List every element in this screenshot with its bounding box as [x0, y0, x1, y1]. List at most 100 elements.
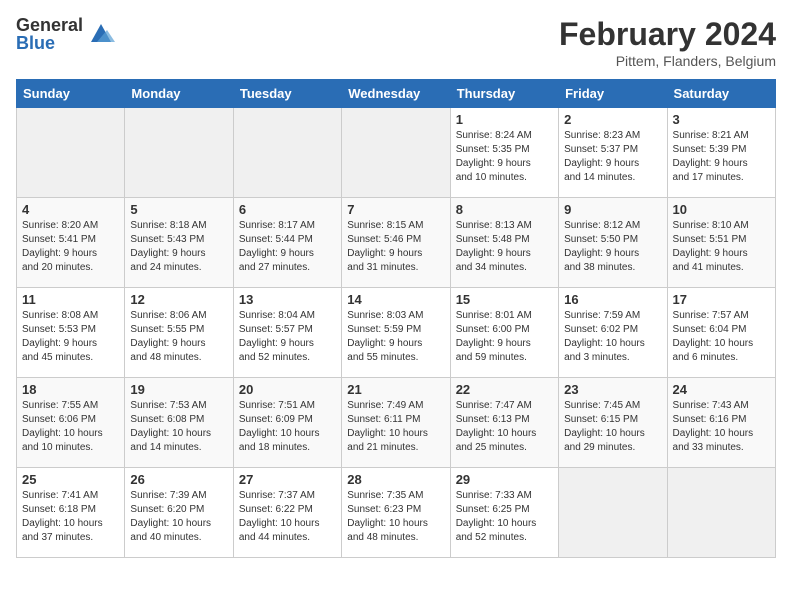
page-header: General Blue February 2024 Pittem, Fland… — [16, 16, 776, 69]
calendar-cell: 24 Sunrise: 7:43 AM Sunset: 6:16 PM Dayli… — [667, 378, 775, 468]
day-number: 18 — [22, 382, 119, 397]
day-info: Sunrise: 8:12 AM Sunset: 5:50 PM Dayligh… — [564, 219, 661, 275]
calendar-cell: 16Sunrise: 7:59 AM Sunset: 6:02 PM Dayli… — [559, 288, 667, 378]
calendar-cell: 23 Sunrise: 7:45 AM Sunset: 6:15 PM Dayli… — [559, 378, 667, 468]
day-info: Sunrise: 7:57 AM Sunset: 6:04 PM Dayligh… — [673, 309, 770, 365]
day-number: 25 — [22, 472, 119, 487]
calendar-cell: 5Sunrise: 8:18 AM Sunset: 5:43 PM Daylig… — [125, 198, 233, 288]
column-header-sunday: Sunday — [17, 80, 125, 108]
logo-general-text: General — [16, 16, 83, 34]
calendar-cell: 21 Sunrise: 7:49 AM Sunset: 6:11 PM Dayli… — [342, 378, 450, 468]
day-number: 21 — [347, 382, 444, 397]
calendar-cell: 9 Sunrise: 8:12 AM Sunset: 5:50 PM Daylig… — [559, 198, 667, 288]
day-number: 26 — [130, 472, 227, 487]
calendar-cell — [559, 468, 667, 558]
week-row-4: 18 Sunrise: 7:55 AM Sunset: 6:06 PM Dayli… — [17, 378, 776, 468]
day-info: Sunrise: 8:03 AM Sunset: 5:59 PM Dayligh… — [347, 309, 444, 365]
day-info: Sunrise: 7:41 AM Sunset: 6:18 PM Dayligh… — [22, 489, 119, 545]
day-info: Sunrise: 7:35 AM Sunset: 6:23 PM Dayligh… — [347, 489, 444, 545]
column-header-monday: Monday — [125, 80, 233, 108]
calendar-cell: 8 Sunrise: 8:13 AM Sunset: 5:48 PM Daylig… — [450, 198, 558, 288]
day-number: 2 — [564, 112, 661, 127]
calendar-cell: 14 Sunrise: 8:03 AM Sunset: 5:59 PM Dayli… — [342, 288, 450, 378]
day-number: 15 — [456, 292, 553, 307]
calendar-cell — [233, 108, 341, 198]
day-info: Sunrise: 8:24 AM Sunset: 5:35 PM Dayligh… — [456, 129, 553, 185]
calendar-cell — [667, 468, 775, 558]
day-number: 14 — [347, 292, 444, 307]
day-info: Sunrise: 7:39 AM Sunset: 6:20 PM Dayligh… — [130, 489, 227, 545]
day-info: Sunrise: 8:10 AM Sunset: 5:51 PM Dayligh… — [673, 219, 770, 275]
day-info: Sunrise: 8:13 AM Sunset: 5:48 PM Dayligh… — [456, 219, 553, 275]
day-info: Sunrise: 7:55 AM Sunset: 6:06 PM Dayligh… — [22, 399, 119, 455]
day-info: Sunrise: 7:45 AM Sunset: 6:15 PM Dayligh… — [564, 399, 661, 455]
column-header-thursday: Thursday — [450, 80, 558, 108]
calendar-cell: 1 Sunrise: 8:24 AM Sunset: 5:35 PM Daylig… — [450, 108, 558, 198]
calendar-cell — [125, 108, 233, 198]
day-number: 8 — [456, 202, 553, 217]
calendar-cell: 12 Sunrise: 8:06 AM Sunset: 5:55 PM Dayli… — [125, 288, 233, 378]
calendar-cell: 3Sunrise: 8:21 AM Sunset: 5:39 PM Daylig… — [667, 108, 775, 198]
day-info: Sunrise: 7:47 AM Sunset: 6:13 PM Dayligh… — [456, 399, 553, 455]
calendar-cell — [17, 108, 125, 198]
calendar-cell: 29Sunrise: 7:33 AM Sunset: 6:25 PM Dayli… — [450, 468, 558, 558]
day-info: Sunrise: 8:08 AM Sunset: 5:53 PM Dayligh… — [22, 309, 119, 365]
day-info: Sunrise: 8:15 AM Sunset: 5:46 PM Dayligh… — [347, 219, 444, 275]
day-number: 12 — [130, 292, 227, 307]
day-number: 28 — [347, 472, 444, 487]
day-info: Sunrise: 7:53 AM Sunset: 6:08 PM Dayligh… — [130, 399, 227, 455]
day-number: 13 — [239, 292, 336, 307]
day-info: Sunrise: 8:23 AM Sunset: 5:37 PM Dayligh… — [564, 129, 661, 185]
day-number: 16 — [564, 292, 661, 307]
calendar-cell: 18 Sunrise: 7:55 AM Sunset: 6:06 PM Dayli… — [17, 378, 125, 468]
week-row-2: 4 Sunrise: 8:20 AM Sunset: 5:41 PM Daylig… — [17, 198, 776, 288]
week-row-3: 11Sunrise: 8:08 AM Sunset: 5:53 PM Dayli… — [17, 288, 776, 378]
day-number: 6 — [239, 202, 336, 217]
day-info: Sunrise: 8:20 AM Sunset: 5:41 PM Dayligh… — [22, 219, 119, 275]
day-number: 9 — [564, 202, 661, 217]
day-number: 27 — [239, 472, 336, 487]
day-number: 17 — [673, 292, 770, 307]
day-number: 4 — [22, 202, 119, 217]
day-number: 7 — [347, 202, 444, 217]
calendar-cell — [342, 108, 450, 198]
day-number: 24 — [673, 382, 770, 397]
day-number: 19 — [130, 382, 227, 397]
day-info: Sunrise: 7:43 AM Sunset: 6:16 PM Dayligh… — [673, 399, 770, 455]
calendar-cell: 4 Sunrise: 8:20 AM Sunset: 5:41 PM Daylig… — [17, 198, 125, 288]
calendar-cell: 26 Sunrise: 7:39 AM Sunset: 6:20 PM Dayli… — [125, 468, 233, 558]
day-info: Sunrise: 7:37 AM Sunset: 6:22 PM Dayligh… — [239, 489, 336, 545]
calendar-cell: 19 Sunrise: 7:53 AM Sunset: 6:08 PM Dayli… — [125, 378, 233, 468]
day-info: Sunrise: 7:33 AM Sunset: 6:25 PM Dayligh… — [456, 489, 553, 545]
calendar-cell: 10Sunrise: 8:10 AM Sunset: 5:51 PM Dayli… — [667, 198, 775, 288]
calendar-cell: 17 Sunrise: 7:57 AM Sunset: 6:04 PM Dayli… — [667, 288, 775, 378]
column-header-saturday: Saturday — [667, 80, 775, 108]
title-block: February 2024 Pittem, Flanders, Belgium — [559, 16, 776, 69]
logo-icon — [87, 20, 115, 48]
day-info: Sunrise: 8:06 AM Sunset: 5:55 PM Dayligh… — [130, 309, 227, 365]
day-number: 20 — [239, 382, 336, 397]
day-number: 22 — [456, 382, 553, 397]
day-info: Sunrise: 8:04 AM Sunset: 5:57 PM Dayligh… — [239, 309, 336, 365]
calendar-cell: 15 Sunrise: 8:01 AM Sunset: 6:00 PM Dayli… — [450, 288, 558, 378]
calendar-cell: 13 Sunrise: 8:04 AM Sunset: 5:57 PM Dayli… — [233, 288, 341, 378]
week-row-5: 25 Sunrise: 7:41 AM Sunset: 6:18 PM Dayli… — [17, 468, 776, 558]
calendar-cell: 20Sunrise: 7:51 AM Sunset: 6:09 PM Dayli… — [233, 378, 341, 468]
logo: General Blue — [16, 16, 115, 52]
day-info: Sunrise: 8:21 AM Sunset: 5:39 PM Dayligh… — [673, 129, 770, 185]
day-number: 1 — [456, 112, 553, 127]
calendar-cell: 6 Sunrise: 8:17 AM Sunset: 5:44 PM Daylig… — [233, 198, 341, 288]
day-info: Sunrise: 8:18 AM Sunset: 5:43 PM Dayligh… — [130, 219, 227, 275]
day-info: Sunrise: 7:49 AM Sunset: 6:11 PM Dayligh… — [347, 399, 444, 455]
column-header-wednesday: Wednesday — [342, 80, 450, 108]
location: Pittem, Flanders, Belgium — [559, 53, 776, 69]
month-title: February 2024 — [559, 16, 776, 53]
day-number: 23 — [564, 382, 661, 397]
column-header-friday: Friday — [559, 80, 667, 108]
day-info: Sunrise: 8:01 AM Sunset: 6:00 PM Dayligh… — [456, 309, 553, 365]
day-info: Sunrise: 8:17 AM Sunset: 5:44 PM Dayligh… — [239, 219, 336, 275]
week-row-1: 1 Sunrise: 8:24 AM Sunset: 5:35 PM Daylig… — [17, 108, 776, 198]
column-header-tuesday: Tuesday — [233, 80, 341, 108]
calendar-table: SundayMondayTuesdayWednesdayThursdayFrid… — [16, 79, 776, 558]
calendar-cell: 22 Sunrise: 7:47 AM Sunset: 6:13 PM Dayli… — [450, 378, 558, 468]
